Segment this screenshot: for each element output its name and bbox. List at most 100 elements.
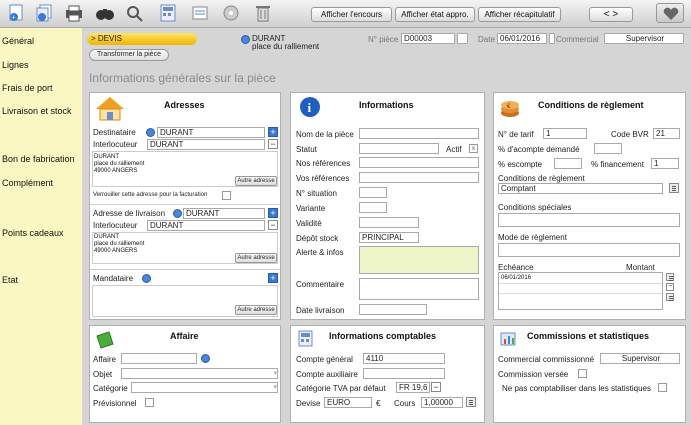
notes-icon[interactable]	[189, 3, 211, 23]
destinataire-label: Destinataire	[93, 128, 136, 137]
adresse-box: DURANT place du ralliement 49000 ANGERS …	[92, 151, 278, 187]
nos-refs-label: Nos références	[296, 159, 351, 168]
duplicate-icon[interactable]	[34, 3, 56, 23]
section-title: Informations générales sur la pièce	[89, 71, 276, 85]
tva-field[interactable]: FR 19,6	[396, 382, 430, 393]
acompte-field[interactable]	[594, 143, 622, 154]
sidebar-item-general[interactable]: Général	[2, 36, 34, 46]
situation-field[interactable]	[359, 187, 387, 198]
pas-compta-checkbox[interactable]	[658, 383, 667, 392]
show-encours-button[interactable]: Afficher l'encours	[311, 7, 392, 22]
piece-number-field[interactable]: D00003	[401, 33, 455, 44]
commercial-commissionne-select[interactable]: Supervisor	[600, 353, 680, 364]
magnifier-icon[interactable]	[124, 3, 146, 23]
devise-field[interactable]: EURO	[324, 397, 372, 408]
autre-adresse2-button[interactable]: Autre adresse	[235, 253, 277, 263]
client-search-icon[interactable]	[241, 35, 250, 44]
euro-sign: €	[376, 399, 381, 408]
favorite-heart-icon[interactable]	[656, 3, 684, 23]
alerte-field[interactable]	[359, 246, 479, 274]
affaire-field[interactable]	[121, 353, 197, 364]
piece-number-extra-field[interactable]	[457, 33, 468, 44]
date-livraison-field[interactable]	[359, 304, 427, 315]
nos-refs-field[interactable]	[359, 157, 479, 168]
financement-field[interactable]: 1	[651, 158, 679, 169]
sidebar-item-frais-de-port[interactable]: Frais de port	[2, 83, 53, 93]
previsionnel-checkbox[interactable]	[145, 398, 154, 407]
show-etat-appro-button[interactable]: Afficher état appro.	[395, 7, 475, 22]
sidebar-item-livraison-stock[interactable]: Livraison et stock	[2, 106, 72, 116]
calculator-icon[interactable]	[157, 3, 179, 23]
destinataire-field[interactable]: DURANT	[157, 127, 265, 138]
commission-versee-checkbox[interactable]	[578, 369, 587, 378]
nom-piece-field[interactable]	[359, 128, 479, 139]
toolbar: + Afficher l'encours Afficher état appro…	[0, 0, 691, 28]
trash-icon[interactable]	[252, 3, 274, 23]
disc-icon[interactable]	[220, 3, 242, 23]
escompte-field[interactable]	[554, 158, 582, 169]
cond-list-button[interactable]	[669, 183, 679, 193]
statut-field[interactable]	[359, 143, 439, 154]
compte-general-field[interactable]: 4110	[363, 353, 445, 364]
destinataire-add-button[interactable]: +	[268, 127, 278, 137]
commentaire-field[interactable]	[359, 278, 479, 300]
objet-field[interactable]: ▾	[121, 368, 278, 379]
autre-adresse-button[interactable]: Autre adresse	[235, 176, 277, 186]
sidebar-item-complement[interactable]: Complément	[2, 178, 53, 188]
echeance-list2-button[interactable]	[666, 293, 674, 301]
categorie-field[interactable]: ▾	[131, 382, 278, 393]
tva-remove-button[interactable]: −	[431, 382, 441, 392]
code-bvr-field[interactable]: 21	[653, 128, 680, 139]
compte-auxiliaire-field[interactable]	[363, 368, 445, 379]
sidebar-item-etat[interactable]: Etat	[2, 275, 18, 285]
sidebar-item-bon-fabrication[interactable]: Bon de fabrication	[2, 154, 75, 164]
autre-adresse3-button[interactable]: Autre adresse	[235, 305, 277, 315]
date-extra-field[interactable]	[549, 33, 555, 44]
actif-label: Actif	[446, 145, 462, 154]
cond-field[interactable]: Comptant	[498, 183, 663, 194]
binoculars-icon[interactable]	[94, 3, 116, 23]
livraison-search-icon[interactable]	[173, 209, 182, 218]
verrouiller-checkbox[interactable]	[222, 191, 231, 200]
cours-list-button[interactable]	[466, 397, 476, 407]
mode-field[interactable]	[498, 243, 680, 257]
affaire-search-icon[interactable]	[201, 354, 210, 363]
nav-prev-next-button[interactable]: < >	[589, 7, 633, 22]
mandataire-search-icon[interactable]	[142, 274, 151, 283]
tarif-field[interactable]: 1	[543, 128, 587, 139]
cond-spec-field[interactable]	[498, 213, 680, 227]
actif-checkbox[interactable]: ×	[469, 144, 478, 153]
document-type-badge[interactable]: > DEVIS	[87, 33, 197, 45]
show-recap-button[interactable]: Afficher récapitulatif	[478, 7, 561, 22]
mandataire-add-button[interactable]: +	[268, 273, 278, 283]
validite-field[interactable]	[359, 217, 419, 228]
transform-piece-button[interactable]: Transformer la pièce	[89, 49, 169, 61]
date-field[interactable]: 06/01/2016	[497, 33, 547, 44]
print-icon[interactable]	[63, 3, 85, 23]
vos-refs-field[interactable]	[359, 172, 479, 183]
echeance-remove-button[interactable]: −	[666, 283, 674, 291]
sidebar-item-lignes[interactable]: Lignes	[2, 60, 29, 70]
variante-field[interactable]	[359, 202, 387, 213]
livraison-field[interactable]: DURANT	[183, 208, 265, 219]
svg-text:+: +	[12, 15, 16, 22]
interlocuteur2-field[interactable]: DURANT	[147, 220, 265, 231]
livraison-add-button[interactable]: +	[268, 208, 278, 218]
interlocuteur-remove-button[interactable]: −	[268, 139, 278, 149]
sidebar-item-points-cadeaux[interactable]: Points cadeaux	[2, 228, 64, 238]
destinataire-search-icon[interactable]	[146, 128, 155, 137]
interlocuteur-label: Interlocuteur	[93, 140, 138, 149]
statistics-icon	[500, 332, 516, 346]
cours-field[interactable]: 1,00000	[421, 397, 463, 408]
echeance-table[interactable]: 06/01/2016	[498, 272, 663, 310]
new-document-icon[interactable]: +	[6, 3, 28, 23]
verrouiller-label: Verrouiller cette adresse pour la factur…	[93, 192, 208, 198]
affaire-icon	[96, 331, 114, 349]
interlocuteur2-remove-button[interactable]: −	[268, 220, 278, 230]
interlocuteur-field[interactable]: DURANT	[147, 139, 265, 150]
depot-field[interactable]: PRINCIPAL	[359, 232, 419, 243]
commercial-select[interactable]: Supervisor	[604, 33, 684, 44]
echeance-row-date: 06/01/2016	[501, 275, 532, 281]
echeance-list-button[interactable]	[666, 273, 674, 281]
coins-icon: €	[501, 101, 519, 117]
